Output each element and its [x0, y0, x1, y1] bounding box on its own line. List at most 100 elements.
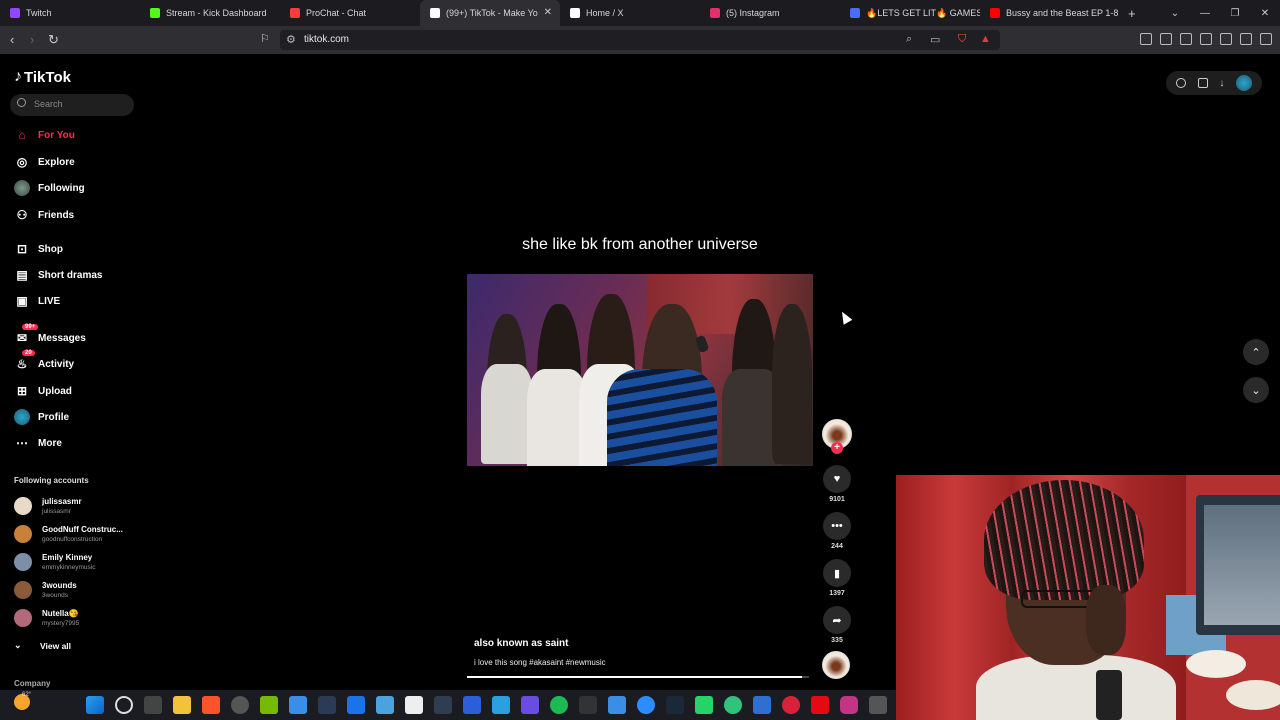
close-window-button[interactable]: ✕: [1250, 8, 1280, 19]
menu-icon[interactable]: [1260, 33, 1272, 45]
site-info-icon[interactable]: ⚙: [286, 33, 296, 46]
sound-disc[interactable]: [822, 651, 850, 679]
leo-icon[interactable]: [1220, 33, 1232, 45]
video-author[interactable]: also known as saint: [474, 638, 568, 649]
logo-text: TikTok: [24, 68, 71, 86]
zoom-app-icon[interactable]: [637, 696, 655, 714]
media-icon[interactable]: [1160, 33, 1172, 45]
close-tab-icon[interactable]: ✕: [544, 7, 552, 18]
video-player[interactable]: [467, 274, 813, 466]
following-account[interactable]: Nutella😘 mystery7995: [14, 606, 79, 630]
cast-icon[interactable]: ▭: [930, 33, 940, 46]
new-tab-button[interactable]: +: [1128, 6, 1136, 21]
sidebar-icon[interactable]: [1180, 33, 1192, 45]
settings-icon[interactable]: [231, 696, 249, 714]
outlook-icon[interactable]: [463, 696, 481, 714]
following-account[interactable]: 3wounds 3wounds: [14, 578, 77, 602]
app-icon[interactable]: [608, 696, 626, 714]
save-action[interactable]: ▮ 1397: [822, 559, 852, 597]
file-explorer-icon[interactable]: [173, 696, 191, 714]
notion-icon[interactable]: [405, 696, 423, 714]
brave-icon[interactable]: [202, 696, 220, 714]
wallet-icon[interactable]: [1200, 33, 1212, 45]
netflix-icon[interactable]: [811, 696, 829, 714]
search-input[interactable]: Search: [10, 94, 134, 116]
instagram-icon[interactable]: [840, 696, 858, 714]
vpn-icon[interactable]: [1240, 33, 1252, 45]
device-icon[interactable]: [1197, 78, 1208, 88]
app-icon[interactable]: [318, 696, 336, 714]
task-view-icon[interactable]: [144, 696, 162, 714]
comment-icon[interactable]: •••: [823, 512, 851, 540]
minimize-button[interactable]: —: [1190, 8, 1220, 19]
app-icon[interactable]: [869, 696, 887, 714]
previous-video-button[interactable]: ⌃: [1243, 339, 1269, 365]
follow-plus-button[interactable]: +: [831, 442, 843, 454]
nvidia-icon[interactable]: [260, 696, 278, 714]
photos-icon[interactable]: [289, 696, 307, 714]
app-icon[interactable]: [492, 696, 510, 714]
share-icon[interactable]: ➦: [823, 606, 851, 634]
sidebar-item-live[interactable]: ▣ LIVE: [14, 292, 60, 310]
spotify-icon[interactable]: [550, 696, 568, 714]
browser-tab[interactable]: Bussy and the Beast EP 1-8 - Y: [980, 0, 1120, 26]
like-action[interactable]: ♥ 9101: [822, 465, 852, 503]
app-icon[interactable]: [521, 696, 539, 714]
following-account[interactable]: GoodNuff Construc... goodnuffconstruction: [14, 522, 123, 546]
video-progress-bar[interactable]: [467, 676, 809, 678]
sidebar-item-upload[interactable]: ⊞ Upload: [14, 382, 72, 400]
browser-tab[interactable]: Home / X: [560, 0, 700, 26]
app-icon[interactable]: [753, 696, 771, 714]
following-account[interactable]: julissasmr julissasmr: [14, 494, 82, 518]
forward-button[interactable]: ›: [30, 32, 34, 47]
tab-search-icon[interactable]: ⌄: [1160, 8, 1190, 19]
reload-button[interactable]: ↻: [48, 32, 59, 48]
extensions-icon[interactable]: [1140, 33, 1152, 45]
search-taskbar-icon[interactable]: [115, 696, 133, 714]
mail-icon[interactable]: [347, 696, 365, 714]
brave-rewards-icon[interactable]: ▲: [980, 33, 991, 45]
share-action[interactable]: ➦ 335: [822, 606, 852, 644]
browser-tab[interactable]: Stream - Kick Dashboard: [140, 0, 280, 26]
back-button[interactable]: ‹: [10, 32, 14, 47]
url-field[interactable]: ⚙ tiktok.com ⌕ ▭ ⛉ ▲: [280, 30, 1000, 50]
sidebar-item-more[interactable]: ⋯ More: [14, 434, 62, 452]
sidebar-item-messages[interactable]: ✉ 99+ Messages: [14, 324, 86, 347]
terminal-icon[interactable]: [434, 696, 452, 714]
comment-action[interactable]: ••• 244: [822, 512, 852, 550]
coins-icon[interactable]: [1175, 78, 1186, 88]
sidebar-item-profile[interactable]: Profile: [14, 408, 69, 426]
app-icon[interactable]: [376, 696, 394, 714]
browser-tab[interactable]: (99+) TikTok - Make Yo ✕: [420, 0, 560, 26]
heart-icon[interactable]: ♥: [823, 465, 851, 493]
browser-tab[interactable]: (5) Instagram: [700, 0, 840, 26]
browser-tab[interactable]: 🔥LETS GET LIT🔥 GAMES 🎉: [840, 0, 980, 26]
download-icon[interactable]: ↓: [1219, 78, 1224, 89]
browser-tab[interactable]: ProChat - Chat: [280, 0, 420, 26]
sidebar-item-shop[interactable]: ⊡ Shop: [14, 240, 63, 258]
next-video-button[interactable]: ⌄: [1243, 377, 1269, 403]
sidebar-item-explore[interactable]: ◎ Explore: [14, 153, 75, 171]
zoom-icon[interactable]: ⌕: [906, 33, 912, 46]
start-icon[interactable]: [86, 696, 104, 714]
sidebar-item-short-dramas[interactable]: ▤ Short dramas: [14, 266, 102, 284]
sidebar-item-activity[interactable]: ♨ 20 Activity: [14, 350, 74, 373]
browser-tab[interactable]: Twitch: [0, 0, 140, 26]
following-account[interactable]: Emily Kinney emmykinneymusic: [14, 550, 95, 574]
view-all-link[interactable]: ⌄ View all: [14, 640, 71, 651]
sidebar-item-following[interactable]: Following: [14, 179, 85, 197]
bookmark-icon[interactable]: ⚐: [260, 32, 270, 45]
steam-icon[interactable]: [666, 696, 684, 714]
whatsapp-icon[interactable]: [695, 696, 713, 714]
tiktok-logo[interactable]: ♪ TikTok: [14, 68, 71, 86]
restore-button[interactable]: ❐: [1220, 8, 1250, 19]
brave-shield-icon[interactable]: ⛉: [958, 33, 966, 46]
user-avatar[interactable]: [1236, 75, 1253, 91]
app-icon[interactable]: [782, 696, 800, 714]
company-link[interactable]: Company: [14, 679, 50, 688]
app-icon[interactable]: [724, 696, 742, 714]
bookmark-save-icon[interactable]: ▮: [823, 559, 851, 587]
sidebar-item-for-you[interactable]: ⌂ For You: [14, 126, 74, 144]
sidebar-item-friends[interactable]: ⚇ Friends: [14, 206, 75, 224]
app-icon[interactable]: [579, 696, 597, 714]
